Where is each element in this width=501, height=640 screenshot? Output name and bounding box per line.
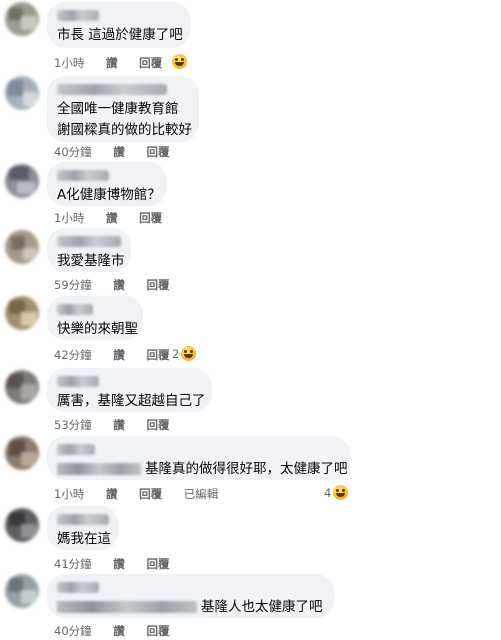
comment-bubble: 我愛基隆市 — [47, 228, 131, 272]
avatar[interactable] — [5, 296, 39, 330]
comment-text: 基隆真的做得很好耶，太健康了吧 — [57, 459, 348, 480]
comment-text: 厲害，基隆又超越自己了 — [57, 393, 206, 409]
comment-bubble: 媽我在這 — [47, 506, 119, 550]
comment-meta: 40分鐘 讚 回覆 — [54, 144, 187, 160]
commenter-name[interactable] — [57, 376, 99, 387]
reaction-count[interactable]: 4 — [324, 486, 331, 500]
avatar[interactable] — [5, 508, 39, 542]
commenter-name[interactable] — [57, 236, 121, 247]
comment-text: 媽我在這 — [57, 531, 111, 547]
like-button[interactable]: 讚 — [106, 211, 118, 225]
timestamp[interactable]: 41分鐘 — [54, 557, 92, 571]
comment-bubble: 市長 這過於健康了吧 — [47, 2, 190, 48]
comment-meta: 1小時 讚 回覆 已編輯 — [54, 486, 236, 502]
comment-text: 快樂的來朝聖 — [57, 321, 138, 337]
like-button[interactable]: 讚 — [113, 278, 125, 292]
grinning-face-emoji-icon[interactable] — [181, 346, 196, 361]
comment-bubble: 全國唯一健康教育館 謝國樑真的做的比較好 — [47, 76, 199, 142]
avatar[interactable] — [5, 436, 39, 470]
like-button[interactable]: 讚 — [113, 418, 125, 432]
avatar[interactable] — [5, 76, 39, 110]
avatar[interactable] — [5, 574, 39, 608]
comment-bubble: 厲害，基隆又超越自己了 — [47, 368, 212, 412]
reply-button[interactable]: 回覆 — [139, 211, 162, 225]
comment-text-line-2: 謝國樑真的做的比較好 — [57, 122, 192, 138]
comment-bubble: A化健康博物館？ — [47, 162, 167, 206]
comment-bubble: 基隆真的做得很好耶，太健康了吧 — [47, 436, 350, 480]
timestamp[interactable]: 1小時 — [54, 211, 84, 225]
comment-text: 市長 這過於健康了吧 — [57, 27, 183, 43]
timestamp[interactable]: 59分鐘 — [54, 278, 92, 292]
like-button[interactable]: 讚 — [113, 557, 125, 571]
grinning-face-emoji-icon[interactable] — [333, 485, 348, 500]
avatar[interactable] — [5, 164, 39, 198]
reply-button[interactable]: 回覆 — [139, 56, 162, 70]
commenter-name[interactable] — [57, 304, 93, 315]
comment-text: A化健康博物館？ — [57, 187, 161, 203]
reply-button[interactable]: 回覆 — [146, 145, 169, 159]
blurred-mention — [57, 601, 197, 613]
timestamp[interactable]: 1小時 — [54, 56, 84, 70]
timestamp[interactable]: 1小時 — [54, 487, 84, 501]
reply-button[interactable]: 回覆 — [146, 557, 169, 571]
comment-bubble: 基隆人也太健康了吧 — [47, 574, 334, 618]
commenter-name[interactable] — [57, 170, 109, 181]
comment-meta: 1小時 讚 回覆 — [54, 55, 180, 71]
grinning-face-emoji-icon[interactable] — [172, 54, 187, 69]
reaction-count[interactable]: 2 — [172, 347, 179, 361]
timestamp[interactable]: 40分鐘 — [54, 145, 92, 159]
comment-text: 我愛基隆市 — [57, 253, 125, 269]
commenter-name[interactable] — [57, 84, 167, 95]
commenter-name[interactable] — [57, 10, 99, 21]
edited-label: 已編輯 — [183, 487, 219, 501]
timestamp[interactable]: 53分鐘 — [54, 418, 92, 432]
comment-meta: 41分鐘 讚 回覆 — [54, 556, 187, 572]
comment-text-line-1: 全國唯一健康教育館 — [57, 101, 179, 117]
comment-meta: 59分鐘 讚 回覆 — [54, 277, 187, 293]
avatar[interactable] — [5, 230, 39, 264]
avatar[interactable] — [5, 2, 39, 36]
reply-button[interactable]: 回覆 — [146, 348, 169, 362]
commenter-name[interactable] — [57, 444, 95, 455]
commenter-name[interactable] — [57, 514, 109, 525]
comment-meta: 1小時 讚 回覆 — [54, 210, 180, 226]
comment-meta: 40分鐘 讚 回覆 — [54, 623, 187, 639]
comment-meta: 53分鐘 讚 回覆 — [54, 417, 187, 433]
reply-button[interactable]: 回覆 — [146, 624, 169, 638]
like-button[interactable]: 讚 — [113, 624, 125, 638]
avatar[interactable] — [5, 370, 39, 404]
like-button[interactable]: 讚 — [113, 348, 125, 362]
comment-text: 基隆人也太健康了吧 — [57, 597, 323, 618]
like-button[interactable]: 讚 — [106, 56, 118, 70]
commenter-name[interactable] — [57, 582, 99, 593]
like-button[interactable]: 讚 — [113, 145, 125, 159]
reply-button[interactable]: 回覆 — [146, 418, 169, 432]
like-button[interactable]: 讚 — [106, 487, 118, 501]
blurred-mention — [57, 463, 141, 475]
timestamp[interactable]: 40分鐘 — [54, 624, 92, 638]
reply-button[interactable]: 回覆 — [146, 278, 169, 292]
comment-bubble: 快樂的來朝聖 — [47, 296, 143, 340]
timestamp[interactable]: 42分鐘 — [54, 348, 92, 362]
reply-button[interactable]: 回覆 — [139, 487, 162, 501]
comment-meta: 42分鐘 讚 回覆 — [54, 347, 187, 363]
